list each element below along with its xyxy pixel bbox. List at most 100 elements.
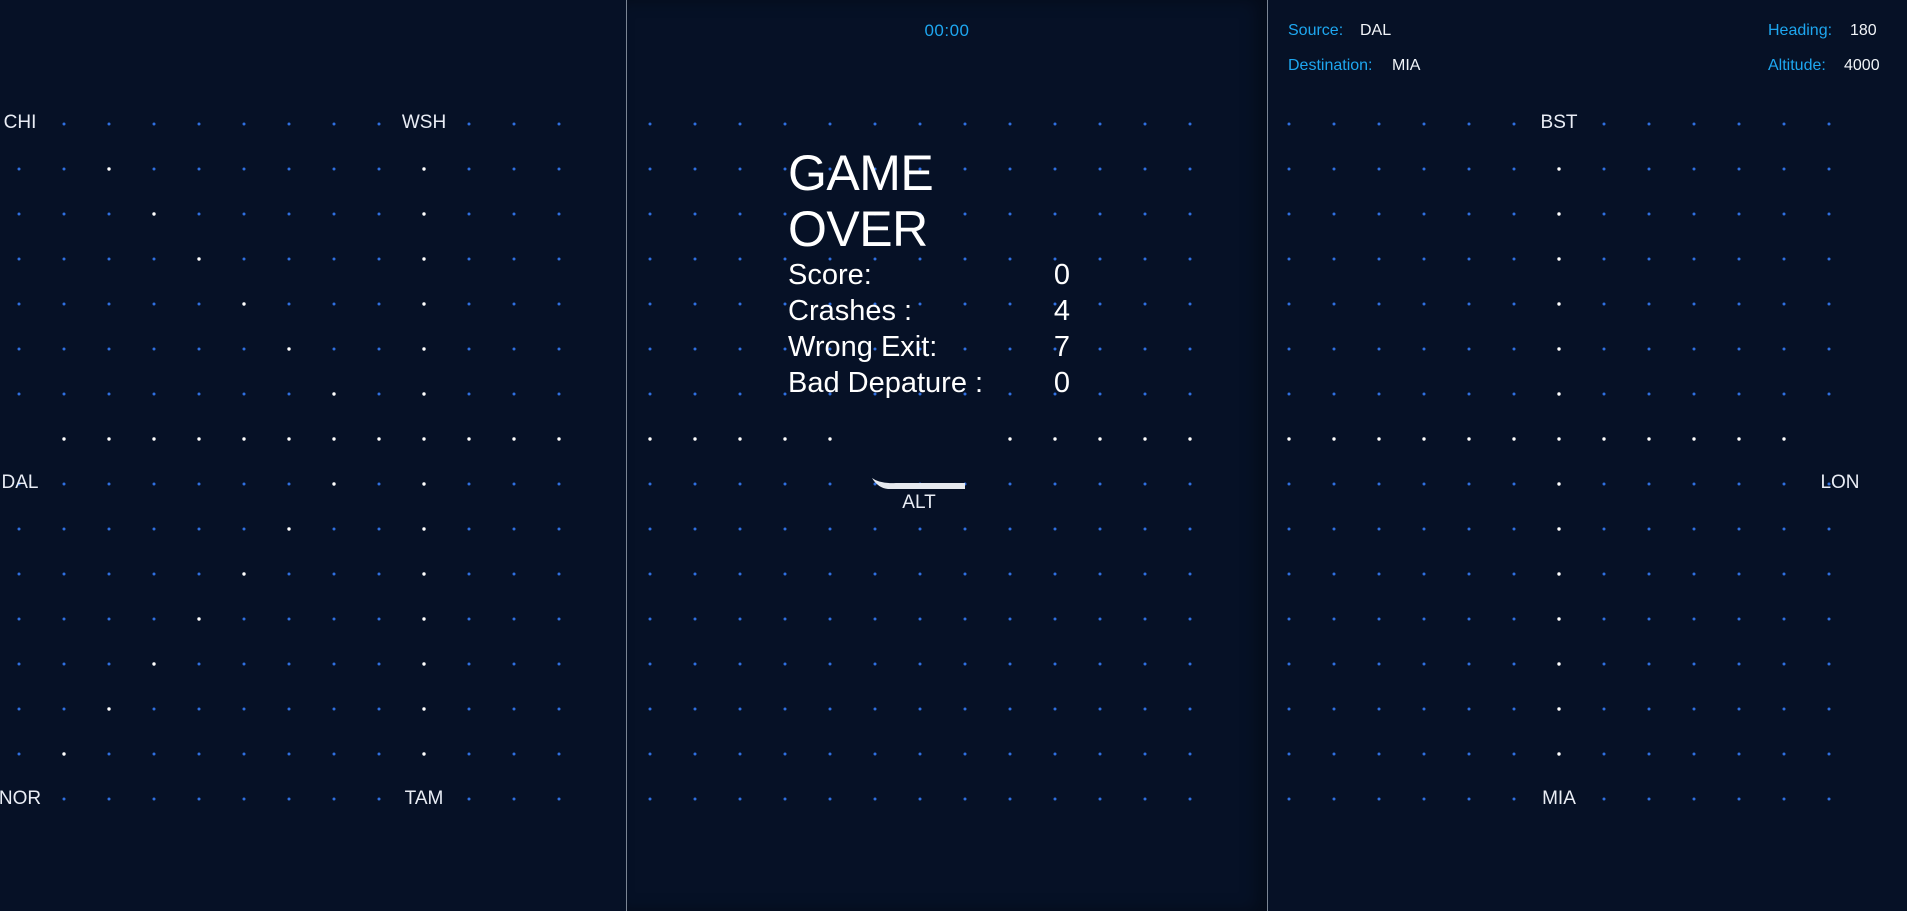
grid-dot	[783, 572, 787, 576]
grid-dot	[738, 392, 742, 396]
grid-dot	[1377, 257, 1381, 261]
grid-dot	[1602, 392, 1606, 396]
grid-dot	[62, 797, 66, 801]
route-dot	[1188, 437, 1192, 441]
grid-dot	[1008, 797, 1012, 801]
grid-dot	[1188, 527, 1192, 531]
route-dot	[197, 437, 201, 441]
grid-dot	[1602, 572, 1606, 576]
airport-wsh: WSH	[401, 112, 447, 133]
grid-dot	[1737, 257, 1741, 261]
grid-dot	[963, 752, 967, 756]
grid-dot	[467, 302, 471, 306]
grid-dot	[152, 527, 156, 531]
grid-dot	[287, 257, 291, 261]
grid-dot	[467, 707, 471, 711]
grid-dot	[1377, 752, 1381, 756]
route-dot	[1008, 437, 1012, 441]
grid-dot	[1143, 167, 1147, 171]
grid-dot	[1053, 707, 1057, 711]
grid-dot	[62, 662, 66, 666]
grid-dot	[1377, 302, 1381, 306]
grid-dot	[1008, 617, 1012, 621]
grid-dot	[783, 122, 787, 126]
grid-dot	[1602, 797, 1606, 801]
grid-dot	[1188, 797, 1192, 801]
grid-dot	[377, 572, 381, 576]
grid-dot	[783, 482, 787, 486]
grid-dot	[1008, 482, 1012, 486]
grid-dot	[1467, 212, 1471, 216]
grid-dot	[62, 617, 66, 621]
grid-dot	[1512, 527, 1516, 531]
grid-dot	[1602, 662, 1606, 666]
wrong-exit-value: 7	[1053, 331, 1070, 363]
grid-dot	[648, 482, 652, 486]
grid-dot	[197, 482, 201, 486]
crashes-label: Crashes :	[788, 295, 913, 327]
grid-dot	[242, 527, 246, 531]
grid-dot	[152, 257, 156, 261]
grid-dot	[287, 752, 291, 756]
grid-dot	[512, 482, 516, 486]
grid-dot	[1467, 167, 1471, 171]
grid-dot	[1143, 752, 1147, 756]
grid-dot	[1287, 617, 1291, 621]
altitude-label: Altitude:	[1768, 57, 1826, 74]
grid-dot	[1143, 482, 1147, 486]
grid-dot	[242, 122, 246, 126]
right-radar-panel: BST LON MIA Source: DAL Destination: MIA…	[1268, 0, 1907, 911]
grid-dot	[1188, 167, 1192, 171]
grid-dot	[512, 302, 516, 306]
grid-dot	[242, 707, 246, 711]
grid-dot	[242, 212, 246, 216]
grid-dot	[1737, 617, 1741, 621]
route-dot	[422, 302, 426, 306]
grid-dot	[512, 752, 516, 756]
center-radar-grid	[648, 122, 1192, 801]
grid-dot	[287, 122, 291, 126]
grid-dot	[1422, 212, 1426, 216]
grid-dot	[197, 527, 201, 531]
grid-dot	[512, 527, 516, 531]
grid-dot	[377, 797, 381, 801]
grid-dot	[287, 392, 291, 396]
grid-dot	[512, 122, 516, 126]
grid-dot	[1377, 122, 1381, 126]
route-dot	[242, 437, 246, 441]
grid-dot	[1512, 122, 1516, 126]
route-dot	[422, 707, 426, 711]
route-dot	[828, 437, 832, 441]
grid-dot	[918, 752, 922, 756]
grid-dot	[1188, 257, 1192, 261]
grid-dot	[1053, 527, 1057, 531]
grid-dot	[1287, 527, 1291, 531]
grid-dot	[963, 122, 967, 126]
grid-dot	[1053, 617, 1057, 621]
grid-dot	[648, 212, 652, 216]
grid-dot	[332, 212, 336, 216]
grid-dot	[1647, 707, 1651, 711]
grid-dot	[197, 392, 201, 396]
grid-dot	[1692, 617, 1696, 621]
grid-dot	[152, 797, 156, 801]
grid-dot	[242, 797, 246, 801]
grid-dot	[1692, 167, 1696, 171]
grid-dot	[738, 212, 742, 216]
grid-dot	[332, 167, 336, 171]
grid-dot	[783, 662, 787, 666]
grid-dot	[62, 167, 66, 171]
grid-dot	[1287, 662, 1291, 666]
grid-dot	[828, 122, 832, 126]
grid-dot	[197, 662, 201, 666]
grid-dot	[873, 797, 877, 801]
grid-dot	[1512, 752, 1516, 756]
grid-dot	[1377, 212, 1381, 216]
grid-dot	[783, 212, 787, 216]
grid-dot	[738, 662, 742, 666]
grid-dot	[1647, 347, 1651, 351]
grid-dot	[62, 482, 66, 486]
grid-dot	[1512, 302, 1516, 306]
route-dot	[693, 437, 697, 441]
grid-dot	[1008, 122, 1012, 126]
